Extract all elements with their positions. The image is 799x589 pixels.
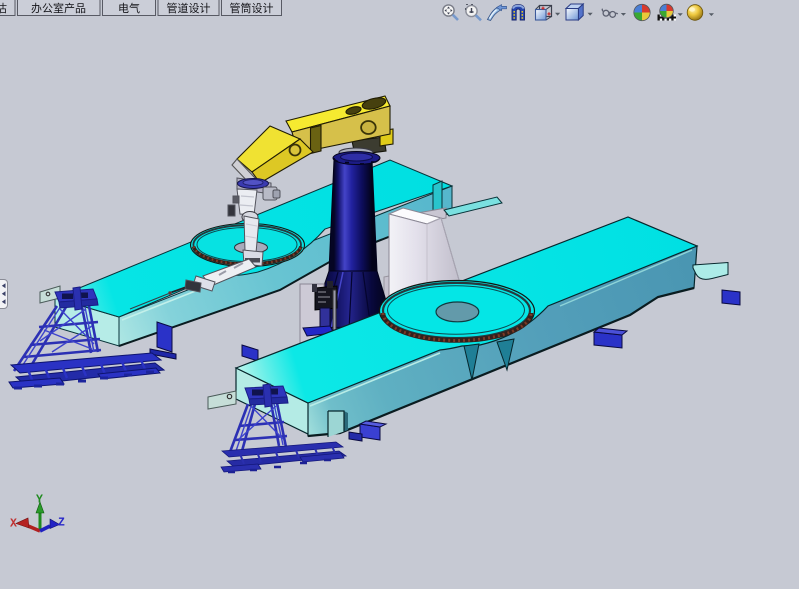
- svg-text:电气: 电气: [118, 1, 140, 15]
- svg-text:管筒设计: 管筒设计: [230, 1, 274, 15]
- svg-text:X: X: [10, 518, 17, 531]
- svg-text:估: 估: [0, 2, 7, 15]
- svg-text:办公室产品: 办公室产品: [31, 1, 86, 15]
- svg-text:Y: Y: [36, 494, 43, 507]
- svg-text:管道设计: 管道设计: [167, 1, 211, 15]
- svg-text:Z: Z: [58, 517, 65, 530]
